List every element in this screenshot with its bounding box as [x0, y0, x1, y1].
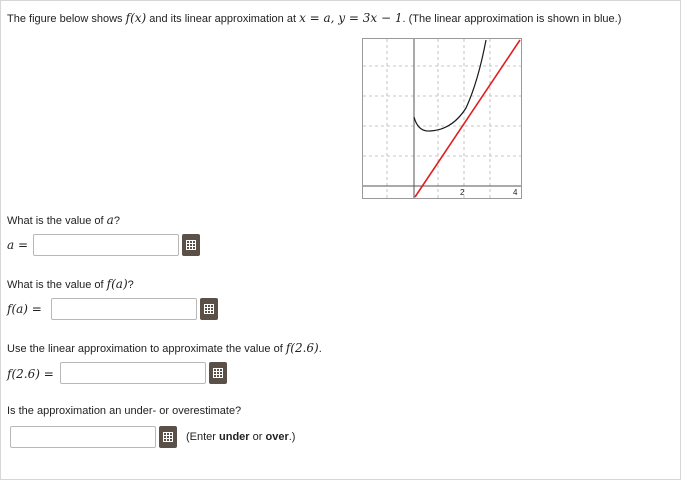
graph-figure: 2 4 — [362, 38, 522, 203]
q4-hint: (Enter under or over.) — [186, 431, 295, 443]
q3-answer-input[interactable] — [60, 362, 206, 384]
q4-hint-close: .) — [288, 431, 296, 443]
q1-label: a = — [7, 238, 29, 252]
keypad-icon — [213, 368, 223, 378]
intro-part3: . (The linear approximation is shown in … — [402, 13, 622, 25]
q3-prompt-text: Use the linear approximation to approxim… — [7, 343, 286, 355]
q3-label: f(2.6) = — [7, 367, 54, 381]
q2-answer-input[interactable] — [51, 298, 197, 320]
q2-prompt-text: What is the value of — [7, 279, 107, 291]
q4-answer-input[interactable] — [10, 426, 156, 448]
q1-keypad-button[interactable] — [182, 234, 200, 256]
q3-period: . — [318, 343, 322, 355]
intro-condition: x = a, y = 3x − 1 — [299, 11, 403, 25]
q1-answer-input[interactable] — [33, 234, 179, 256]
x-tick-4: 4 — [513, 188, 518, 197]
q3-keypad-button[interactable] — [209, 362, 227, 384]
q2-prompt: What is the value of f(a)? — [7, 277, 134, 291]
intro-part2: and its linear approximation at — [146, 13, 300, 25]
q3-expr: f(2.6) — [285, 341, 319, 355]
q2-expr: f(a) — [106, 277, 128, 291]
q4-hint-over: over — [265, 431, 289, 443]
keypad-icon — [186, 240, 196, 250]
q3-prompt: Use the linear approximation to approxim… — [7, 341, 322, 355]
q1-prompt: What is the value of a? — [7, 213, 120, 227]
graph-border — [362, 38, 522, 199]
q4-hint-under: under — [219, 431, 250, 443]
q1-var: a — [106, 213, 114, 227]
keypad-icon — [163, 432, 173, 442]
keypad-icon — [204, 304, 214, 314]
graph-svg: 2 4 — [362, 38, 522, 199]
q4-hint-open: (Enter — [186, 431, 220, 443]
intro-fx: f(x) — [125, 11, 147, 25]
q4-keypad-button[interactable] — [159, 426, 177, 448]
q4-hint-or: or — [249, 431, 266, 443]
q4-prompt: Is the approximation an under- or overes… — [7, 405, 242, 417]
q2-keypad-button[interactable] — [200, 298, 218, 320]
intro-part1: The figure below shows — [7, 13, 126, 25]
intro-text: The figure below shows f(x) and its line… — [7, 11, 621, 25]
x-tick-2: 2 — [460, 188, 465, 197]
q1-prompt-text: What is the value of — [7, 215, 107, 227]
q2-label: f(a) = — [7, 302, 42, 316]
q1-qmark: ? — [113, 215, 120, 227]
q2-qmark: ? — [127, 279, 134, 291]
